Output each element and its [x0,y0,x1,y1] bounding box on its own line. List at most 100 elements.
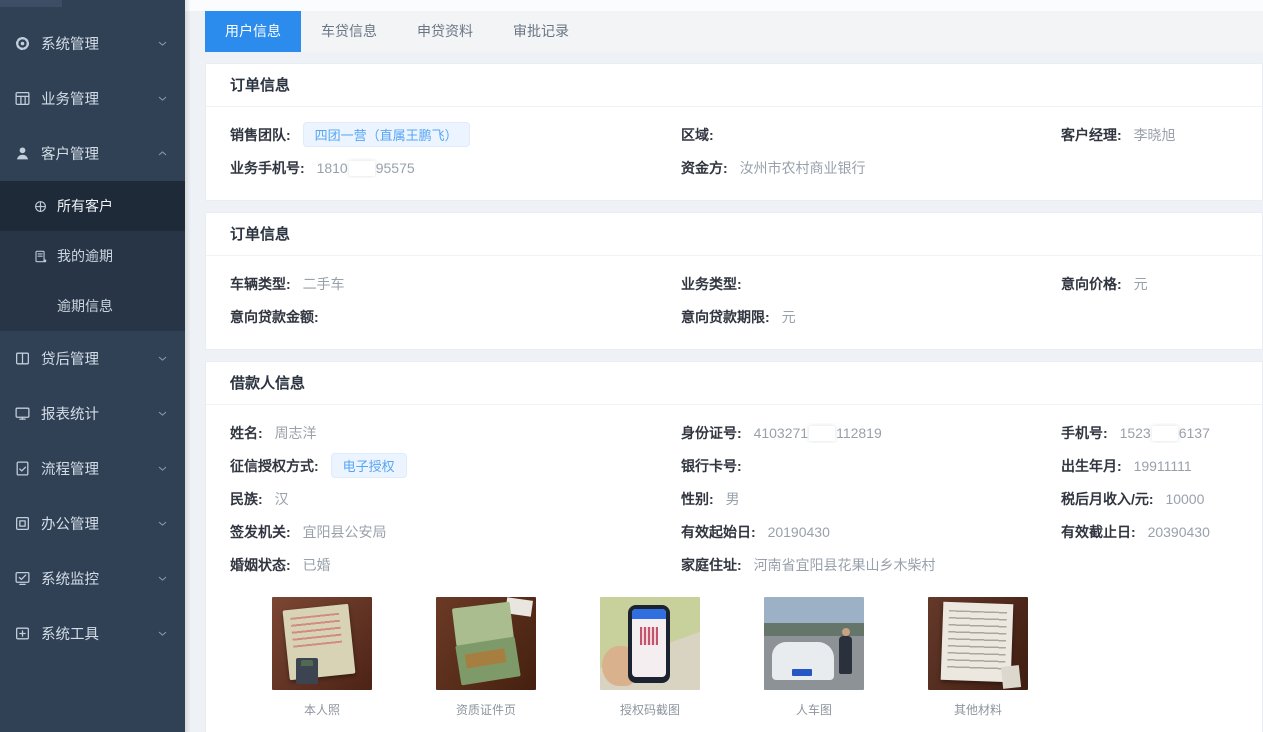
wheel-icon [33,199,48,214]
sidebar-subitem-label: 我的逾期 [57,246,113,266]
monitor-icon [14,405,31,422]
field-customer-manager: 客户经理: 李晓旭 [1061,125,1238,145]
gear-icon [14,35,31,52]
redaction-patch [1152,426,1178,441]
chevron-down-icon [156,37,169,50]
thumbnail-phone-qr[interactable]: 授权码截图 [600,597,700,718]
credit-auth-tag[interactable]: 电子授权 [331,453,407,478]
main-content: 用户信息 车贷信息 申贷资料 审批记录 订单信息 销售团队: 四团一营（直属王鹏… [185,0,1263,732]
tab-car-loan-info[interactable]: 车贷信息 [301,11,397,52]
document-thumbnails: 本人照 资质证件页 授权码截图 [272,597,1238,718]
field-credit-auth-method: 征信授权方式: 电子授权 [230,453,681,478]
field-ethnicity: 民族: 汉 [230,489,681,509]
sidebar-item-label: 报表统计 [41,403,99,424]
borrower-info-card: 借款人信息 姓名: 周志洋 身份证号: 4103271112819 手机号: 1… [205,361,1263,732]
chevron-down-icon [156,572,169,585]
order-info-card: 订单信息 销售团队: 四团一营（直属王鹏飞） 区域: 客户经理: 李晓旭 业务手 [205,63,1263,201]
sidebar-subitem-all-customers[interactable]: 所有客户 [0,181,185,231]
thumbnail-handwritten-doc[interactable]: 其他材料 [928,597,1028,718]
tab-user-info[interactable]: 用户信息 [205,11,301,52]
redaction-patch [349,161,375,176]
customer-management-submenu: 所有客户 我的逾期 逾期信息 [0,181,185,331]
thumbnail-caption: 授权码截图 [600,701,700,718]
card-title: 借款人信息 [206,362,1262,405]
field-vehicle-type: 车辆类型: 二手车 [230,274,681,294]
chevron-down-icon [156,517,169,530]
sales-team-tag[interactable]: 四团一营（直属王鹏飞） [303,122,470,147]
phone-qr-image [600,597,700,690]
grid-icon [14,90,31,107]
id-card-image [272,597,372,690]
field-gender: 性别: 男 [681,489,1061,509]
card-title: 订单信息 [206,64,1262,107]
monitor-check-icon [14,570,31,587]
person-car-image [764,597,864,690]
sidebar-item-label: 客户管理 [41,143,99,164]
chevron-down-icon [156,407,169,420]
user-icon [14,145,31,162]
sidebar-item-process-management[interactable]: 流程管理 [0,441,185,496]
thumbnail-id-card[interactable]: 本人照 [272,597,372,718]
field-issuing-authority: 签发机关: 宜阳县公安局 [230,522,681,542]
sidebar-subitem-overdue-info[interactable]: 逾期信息 [0,281,185,331]
card-title: 订单信息 [206,213,1262,256]
sidebar-item-label: 业务管理 [41,88,99,109]
chevron-down-icon [156,352,169,365]
square-icon [14,515,31,532]
sidebar-subitem-label: 逾期信息 [57,296,113,316]
tab-bar: 用户信息 车贷信息 申贷资料 审批记录 [205,11,1263,52]
sidebar-item-business-management[interactable]: 业务管理 [0,71,185,126]
chevron-up-icon [156,147,169,160]
loan-intent-card: 订单信息 车辆类型: 二手车 业务类型: 意向价格: 元 意向贷款金额: [205,212,1263,350]
sidebar-item-office-management[interactable]: 办公管理 [0,496,185,551]
field-business-phone: 业务手机号: 181095575 [230,158,681,178]
field-birth-date: 出生年月: 19911111 [1061,456,1238,476]
sidebar: 系统管理 业务管理 客户管理 [0,0,185,732]
chevron-down-icon [156,627,169,640]
thumbnail-caption: 人车图 [764,701,864,718]
thumbnail-caption: 本人照 [272,701,372,718]
doc-check-icon [14,460,31,477]
tab-loan-application-materials[interactable]: 申贷资料 [397,11,493,52]
sidebar-item-label: 办公管理 [41,513,99,534]
field-mobile: 手机号: 15236137 [1061,423,1238,443]
field-id-number: 身份证号: 4103271112819 [681,423,1061,443]
sidebar-item-system-management[interactable]: 系统管理 [0,16,185,71]
sidebar-item-postloan-management[interactable]: 贷后管理 [0,331,185,386]
field-name: 姓名: 周志洋 [230,423,681,443]
sidebar-subitem-label: 所有客户 [57,196,113,216]
field-funder: 资金方: 汝州市农村商业银行 [681,158,1061,178]
field-valid-from: 有效起始日: 20190430 [681,522,1061,542]
chevron-down-icon [156,92,169,105]
thumbnail-caption: 资质证件页 [436,701,536,718]
sidebar-item-system-monitoring[interactable]: 系统监控 [0,551,185,606]
sidebar-item-label: 系统工具 [41,623,99,644]
green-booklet-image [436,597,536,690]
sidebar-item-system-tools[interactable]: 系统工具 [0,606,185,661]
field-sales-team: 销售团队: 四团一营（直属王鹏飞） [230,122,681,147]
sidebar-item-customer-management[interactable]: 客户管理 [0,126,185,181]
handwritten-doc-image [928,597,1028,690]
field-business-type: 业务类型: [681,274,1061,294]
box-plus-icon [14,625,31,642]
thumbnail-person-car[interactable]: 人车图 [764,597,864,718]
sidebar-item-label: 系统监控 [41,568,99,589]
book-icon [14,350,31,367]
notebook-icon [33,249,48,264]
redaction-patch [809,426,835,441]
field-marital-status: 婚姻状态: 已婚 [230,555,681,575]
field-intent-price: 意向价格: 元 [1061,274,1238,294]
field-intent-loan-amount: 意向贷款金额: [230,307,681,327]
sidebar-item-label: 贷后管理 [41,348,99,369]
sidebar-subitem-my-overdue[interactable]: 我的逾期 [0,231,185,281]
tab-approval-records[interactable]: 审批记录 [493,11,589,52]
field-home-address: 家庭住址: 河南省宜阳县花果山乡木柴村 [681,555,1061,575]
field-bank-card: 银行卡号: [681,456,1061,476]
sidebar-item-report-statistics[interactable]: 报表统计 [0,386,185,441]
sidebar-item-label: 流程管理 [41,458,99,479]
thumbnail-green-booklet[interactable]: 资质证件页 [436,597,536,718]
top-strip [185,0,1263,11]
field-monthly-income: 税后月收入/元: 10000 [1061,489,1238,509]
chevron-down-icon [156,462,169,475]
field-region: 区域: [681,125,1061,145]
